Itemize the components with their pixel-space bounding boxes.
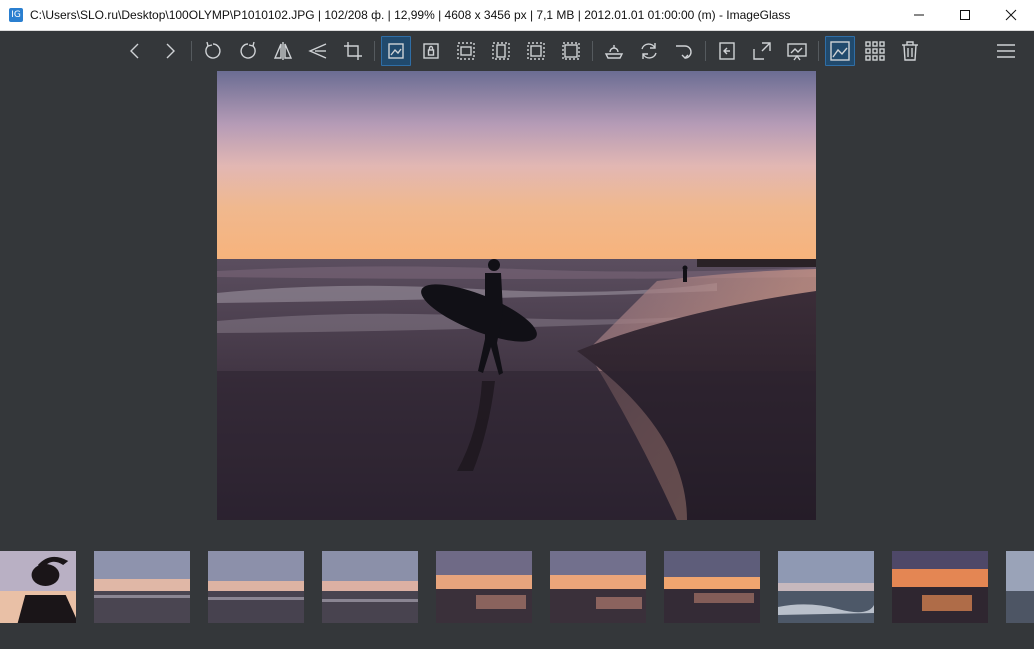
rotate-right-button[interactable] [233,36,263,66]
window-fit-icon [719,42,735,60]
scale-to-fit-icon [527,42,545,60]
slideshow-icon [787,43,807,61]
auto-zoom-button[interactable] [381,36,411,66]
minimize-icon [914,14,924,16]
thumb-beach-waves [778,551,874,623]
thumb-beach-dusk-1 [94,551,190,623]
fullscreen-button[interactable] [747,36,777,66]
main-menu-button[interactable] [991,36,1021,66]
thumbnail-item[interactable] [0,551,76,623]
image-viewer[interactable] [217,71,816,520]
checkerboard-button[interactable] [599,36,629,66]
window-title: C:\Users\SLO.ru\Desktop\100OLYMP\P101010… [30,8,791,22]
minimize-button[interactable] [896,0,942,30]
app-icon: IG [9,8,23,22]
thumb-beach-sunset-2 [550,551,646,623]
crop-button[interactable] [338,36,368,66]
maximize-button[interactable] [942,0,988,30]
flip-vertical-icon [308,43,327,59]
crop-icon [344,42,362,60]
previous-icon [130,43,139,59]
lock-zoom-icon [423,43,439,59]
thumb-beach-dusk-3 [322,551,418,623]
thumb-beach-dusk-2 [208,551,304,623]
goto-image-icon [676,45,692,59]
thumbnail-item[interactable] [550,551,646,623]
scale-to-height-icon [492,42,510,60]
toolbar-separator [592,41,593,61]
scale-to-fill-icon [562,42,580,60]
rotate-left-icon [205,41,221,59]
rotate-right-icon [240,41,256,59]
flip-horizontal-icon [273,42,293,60]
thumbnail-item[interactable] [322,551,418,623]
thumb-silhouette [0,551,76,623]
auto-zoom-icon [388,43,404,59]
scale-to-width-icon [457,42,475,60]
toolbar [0,31,1034,71]
thumbnail-item[interactable] [664,551,760,623]
flip-horizontal-button[interactable] [268,36,298,66]
thumbnail-item[interactable] [778,551,874,623]
scale-to-fill-button[interactable] [556,36,586,66]
thumbnail-strip [0,551,1034,623]
next-icon [166,43,175,59]
delete-button[interactable] [895,36,925,66]
window-fit-button[interactable] [712,36,742,66]
next-button[interactable] [155,36,185,66]
menu-icon [997,44,1015,58]
main-photo [217,71,816,520]
title-bar: IG C:\Users\SLO.ru\Desktop\100OLYMP\P101… [0,0,1034,31]
thumb-beach-orange [892,551,988,623]
gallery-grid-button[interactable] [860,36,890,66]
previous-button[interactable] [120,36,150,66]
thumbnail-item[interactable] [892,551,988,623]
thumbnail-item[interactable] [94,551,190,623]
slideshow-button[interactable] [782,36,812,66]
delete-icon [902,41,918,61]
fullscreen-icon [753,42,771,60]
close-icon [1005,9,1017,21]
gallery-grid-icon [865,41,885,61]
flip-vertical-button[interactable] [303,36,333,66]
lock-zoom-button[interactable] [416,36,446,66]
maximize-icon [960,10,970,20]
checkerboard-icon [604,45,624,59]
thumbnail-bar-icon [830,41,850,61]
thumbnail-item[interactable] [1006,551,1034,623]
toolbar-separator [818,41,819,61]
scale-to-width-button[interactable] [451,36,481,66]
toolbar-separator [705,41,706,61]
refresh-button[interactable] [634,36,664,66]
toolbar-separator [191,41,192,61]
scale-to-height-button[interactable] [486,36,516,66]
thumbnail-item[interactable] [436,551,532,623]
thumb-beach-sunset-1 [436,551,532,623]
toolbar-separator [374,41,375,61]
close-button[interactable] [988,0,1034,30]
rotate-left-button[interactable] [198,36,228,66]
refresh-icon [641,43,657,59]
goto-image-button[interactable] [669,36,699,66]
thumbnail-bar-button[interactable] [825,36,855,66]
toolbar-buttons [120,36,930,66]
thumbnail-item[interactable] [208,551,304,623]
scale-to-fit-button[interactable] [521,36,551,66]
window-controls [896,0,1034,30]
thumb-partial [1006,551,1034,623]
thumb-beach-sunset-3 [664,551,760,623]
